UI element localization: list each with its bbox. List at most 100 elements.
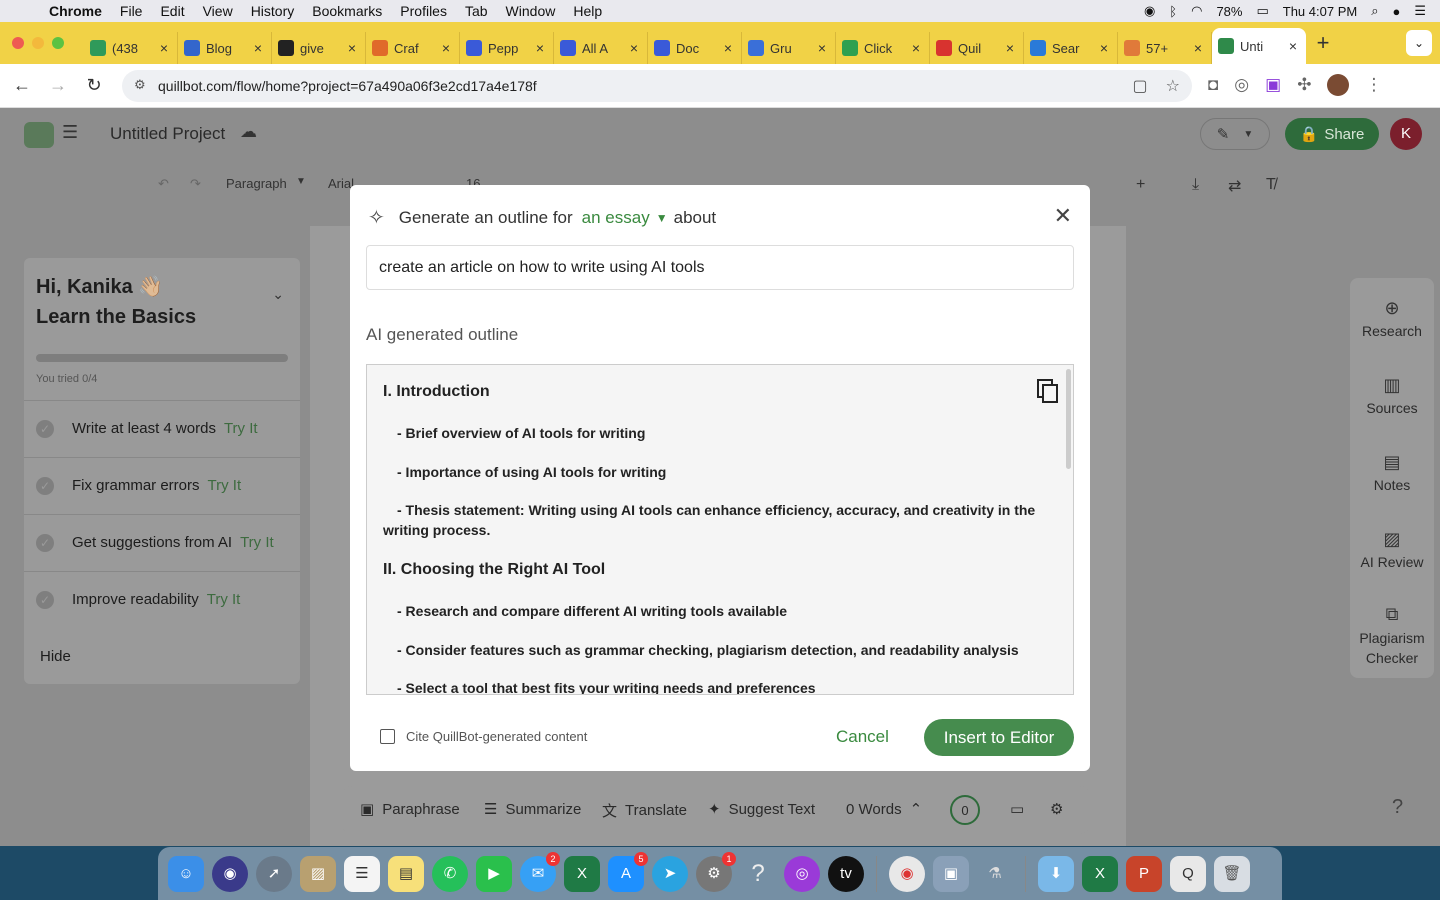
tab-close-icon[interactable]: × bbox=[1191, 40, 1205, 56]
archive-utility-icon[interactable]: ⚗ bbox=[977, 856, 1013, 892]
browser-tab[interactable]: Gru × bbox=[742, 32, 836, 64]
tab-close-icon[interactable]: × bbox=[815, 40, 829, 56]
learn-task-item[interactable]: ✓ Get suggestions from AI Try It bbox=[24, 514, 300, 570]
user-avatar[interactable]: K bbox=[1390, 118, 1422, 150]
tab-close-icon[interactable]: × bbox=[533, 40, 547, 56]
zoom-window-button[interactable] bbox=[52, 37, 64, 49]
downloads-folder-icon[interactable]: ⬇ bbox=[1038, 855, 1074, 892]
podcasts-icon[interactable]: ◎ bbox=[784, 855, 820, 892]
try-it-link[interactable]: Try It bbox=[208, 477, 242, 494]
tab-close-icon[interactable]: × bbox=[251, 40, 265, 56]
app-store-icon[interactable]: A5 bbox=[608, 851, 648, 892]
tab-close-icon[interactable]: × bbox=[627, 40, 641, 56]
extensions-puzzle-icon[interactable]: ✣ bbox=[1297, 75, 1311, 95]
outline-scrollbar[interactable] bbox=[1066, 369, 1071, 469]
control-center-icon[interactable]: ☰ bbox=[1414, 3, 1426, 19]
camera-extension-icon[interactable]: ◘ bbox=[1208, 75, 1218, 95]
suggest-text-button[interactable]: ✦ Suggest Text bbox=[708, 800, 815, 819]
doc-type-dropdown[interactable]: an essay bbox=[582, 208, 650, 228]
redo-icon[interactable]: ↷ bbox=[190, 176, 201, 192]
preview-icon[interactable]: ▨ bbox=[300, 855, 336, 892]
menu-bookmarks[interactable]: Bookmarks bbox=[303, 3, 391, 19]
cancel-button[interactable]: Cancel bbox=[836, 727, 889, 747]
browser-tab[interactable]: Blog × bbox=[178, 32, 272, 64]
site-settings-icon[interactable]: ⚙ bbox=[134, 77, 146, 93]
apple-tv-icon[interactable]: tv bbox=[828, 855, 864, 892]
back-icon[interactable]: ← bbox=[4, 75, 40, 96]
paragraph-chevron-icon[interactable]: ▼ bbox=[296, 176, 306, 187]
reload-icon[interactable]: ↻ bbox=[76, 75, 112, 96]
finder-icon[interactable]: ☺ bbox=[168, 855, 204, 892]
research-tool[interactable]: ⊕ Research bbox=[1350, 298, 1434, 339]
browser-tab[interactable]: give × bbox=[272, 32, 366, 64]
url-text[interactable]: quillbot.com/flow/home?project=67a490a06… bbox=[158, 78, 537, 94]
learn-task-item[interactable]: ✓ Improve readability Try It bbox=[24, 571, 300, 627]
menu-tab[interactable]: Tab bbox=[456, 3, 497, 19]
topic-input[interactable] bbox=[366, 245, 1074, 290]
paraphrase-button[interactable]: ▣ Paraphrase bbox=[360, 800, 460, 819]
learn-task-item[interactable]: ✓ Fix grammar errors Try It bbox=[24, 457, 300, 513]
try-it-link[interactable]: Try It bbox=[207, 591, 241, 608]
spotlight-icon[interactable]: ⌕ bbox=[1371, 3, 1378, 19]
share-button[interactable]: 🔒 Share bbox=[1285, 118, 1379, 150]
tab-close-icon[interactable]: × bbox=[1003, 40, 1017, 56]
tab-close-icon[interactable]: × bbox=[345, 40, 359, 56]
new-tab-button[interactable]: + bbox=[1306, 30, 1340, 56]
browser-tab[interactable]: (438 × bbox=[84, 32, 178, 64]
sources-tool[interactable]: ▥ Sources bbox=[1350, 375, 1434, 416]
learn-task-item[interactable]: ✓ Write at least 4 words Try It bbox=[24, 400, 300, 456]
menubar-clock[interactable]: Thu 4:07 PM bbox=[1283, 4, 1357, 19]
powerpoint-doc-icon[interactable]: P bbox=[1126, 855, 1162, 892]
address-bar[interactable]: ⚙ quillbot.com/flow/home?project=67a490a… bbox=[122, 70, 1192, 102]
whatsapp-icon[interactable]: ✆ bbox=[432, 855, 468, 892]
plagiarism-tool[interactable]: ⧉ Plagiarism Checker bbox=[1350, 604, 1434, 668]
paragraph-style-select[interactable]: Paragraph bbox=[226, 176, 287, 191]
trash-icon[interactable]: 🗑 bbox=[1214, 855, 1250, 892]
tab-search-chevron-icon[interactable]: ⌄ bbox=[1406, 30, 1432, 56]
word-count-toggle[interactable]: 0 Words ⌃ bbox=[846, 800, 922, 819]
cite-checkbox[interactable] bbox=[380, 729, 395, 744]
browser-tab[interactable]: Pepp × bbox=[460, 32, 554, 64]
tab-close-icon[interactable]: × bbox=[909, 40, 923, 56]
siri-icon[interactable]: ● bbox=[1392, 4, 1400, 19]
help-viewer-icon[interactable]: ? bbox=[740, 856, 776, 892]
insert-to-editor-button[interactable]: Insert to Editor bbox=[924, 719, 1074, 756]
tab-close-icon[interactable]: × bbox=[721, 40, 735, 56]
browser-tab[interactable]: Click × bbox=[836, 32, 930, 64]
minimize-window-button[interactable] bbox=[32, 37, 44, 49]
help-question-icon[interactable]: ? bbox=[1392, 796, 1403, 819]
browser-tab[interactable]: Sear × bbox=[1024, 32, 1118, 64]
menu-profiles[interactable]: Profiles bbox=[391, 3, 456, 19]
screenshot-icon[interactable]: ▣ bbox=[933, 855, 969, 892]
menu-view[interactable]: View bbox=[194, 3, 242, 19]
browser-tab[interactable]: All A × bbox=[554, 32, 648, 64]
forward-icon[interactable]: → bbox=[40, 75, 76, 96]
clear-format-icon[interactable]: T̸ bbox=[1266, 176, 1276, 194]
copy-icon[interactable] bbox=[1037, 379, 1059, 403]
browser-tab[interactable]: 57+ × bbox=[1118, 32, 1212, 64]
insert-plus-icon[interactable]: + bbox=[1136, 176, 1145, 194]
download-icon[interactable]: ⤓ bbox=[1192, 176, 1199, 194]
clickup-extension-icon[interactable]: ▣ bbox=[1265, 75, 1281, 95]
translate-button[interactable]: 文 Translate bbox=[602, 800, 687, 821]
project-title[interactable]: Untitled Project bbox=[110, 124, 225, 144]
browser-tab[interactable]: Doc × bbox=[648, 32, 742, 64]
sidebar-toggle-icon[interactable]: ▭ bbox=[1010, 800, 1024, 818]
tab-close-icon[interactable]: × bbox=[439, 40, 453, 56]
menu-history[interactable]: History bbox=[242, 3, 304, 19]
notes-app-icon[interactable]: ▤ bbox=[388, 855, 424, 892]
notes-tool[interactable]: ▤ Notes bbox=[1350, 452, 1434, 493]
browser-tab[interactable]: Unti × bbox=[1212, 28, 1306, 64]
reminders-icon[interactable]: ☰ bbox=[344, 855, 380, 892]
excel-doc-icon[interactable]: X bbox=[1082, 855, 1118, 892]
score-indicator[interactable]: 0 bbox=[950, 795, 980, 825]
bluetooth-icon[interactable]: ᛒ bbox=[1169, 4, 1177, 19]
chrome-menu-icon[interactable]: ⋮ bbox=[1365, 75, 1382, 95]
quicktime-doc-icon[interactable]: Q bbox=[1170, 855, 1206, 892]
grammarly-extension-icon[interactable]: ◎ bbox=[1234, 75, 1249, 95]
bookmark-star-icon[interactable]: ☆ bbox=[1166, 76, 1180, 96]
siri-dock-icon[interactable]: ◉ bbox=[212, 855, 248, 892]
translate-tool-icon[interactable]: ⇄ bbox=[1228, 176, 1241, 196]
try-it-link[interactable]: Try It bbox=[224, 420, 258, 437]
doc-type-chevron-icon[interactable]: ▼ bbox=[656, 211, 668, 225]
